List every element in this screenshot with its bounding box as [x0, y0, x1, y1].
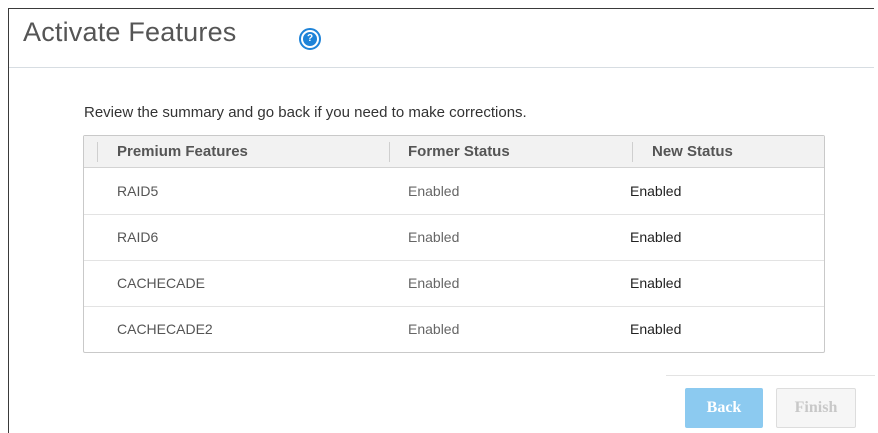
new-status-cell: Enabled [630, 229, 682, 245]
feature-name-cell: CACHECADE2 [117, 321, 213, 337]
table-header: Premium Features Former Status New Statu… [84, 136, 824, 168]
table-row[interactable]: CACHECADE Enabled Enabled [84, 260, 824, 307]
page-title: Activate Features [23, 17, 237, 47]
summary-text: Review the summary and go back if you ne… [84, 104, 527, 121]
former-status-cell: Enabled [408, 229, 460, 245]
column-divider [97, 142, 98, 162]
features-table: Premium Features Former Status New Statu… [83, 135, 825, 353]
column-divider [632, 142, 633, 162]
column-header-former-status[interactable]: Former Status [408, 136, 510, 167]
column-header-premium-features[interactable]: Premium Features [117, 136, 248, 167]
finish-button[interactable]: Finish [776, 388, 856, 428]
column-divider [389, 142, 390, 162]
dialog-header: Activate Features ? [9, 9, 874, 68]
feature-name-cell: RAID6 [117, 229, 159, 245]
former-status-cell: Enabled [408, 275, 460, 291]
former-status-cell: Enabled [408, 321, 460, 337]
new-status-cell: Enabled [630, 183, 682, 199]
table-row[interactable]: RAID5 Enabled Enabled [84, 168, 824, 215]
new-status-cell: Enabled [630, 275, 682, 291]
feature-name-cell: CACHECADE [117, 275, 205, 291]
table-row[interactable]: RAID6 Enabled Enabled [84, 214, 824, 261]
column-header-new-status[interactable]: New Status [652, 136, 733, 167]
help-icon-glyph: ? [301, 30, 319, 48]
footer-divider [666, 375, 875, 376]
feature-name-cell: RAID5 [117, 183, 159, 199]
help-icon[interactable]: ? [299, 28, 321, 50]
new-status-cell: Enabled [630, 321, 682, 337]
table-row[interactable]: CACHECADE2 Enabled Enabled [84, 306, 824, 352]
dialog-frame: Activate Features ? Review the summary a… [8, 8, 875, 433]
back-button[interactable]: Back [685, 388, 763, 428]
former-status-cell: Enabled [408, 183, 460, 199]
